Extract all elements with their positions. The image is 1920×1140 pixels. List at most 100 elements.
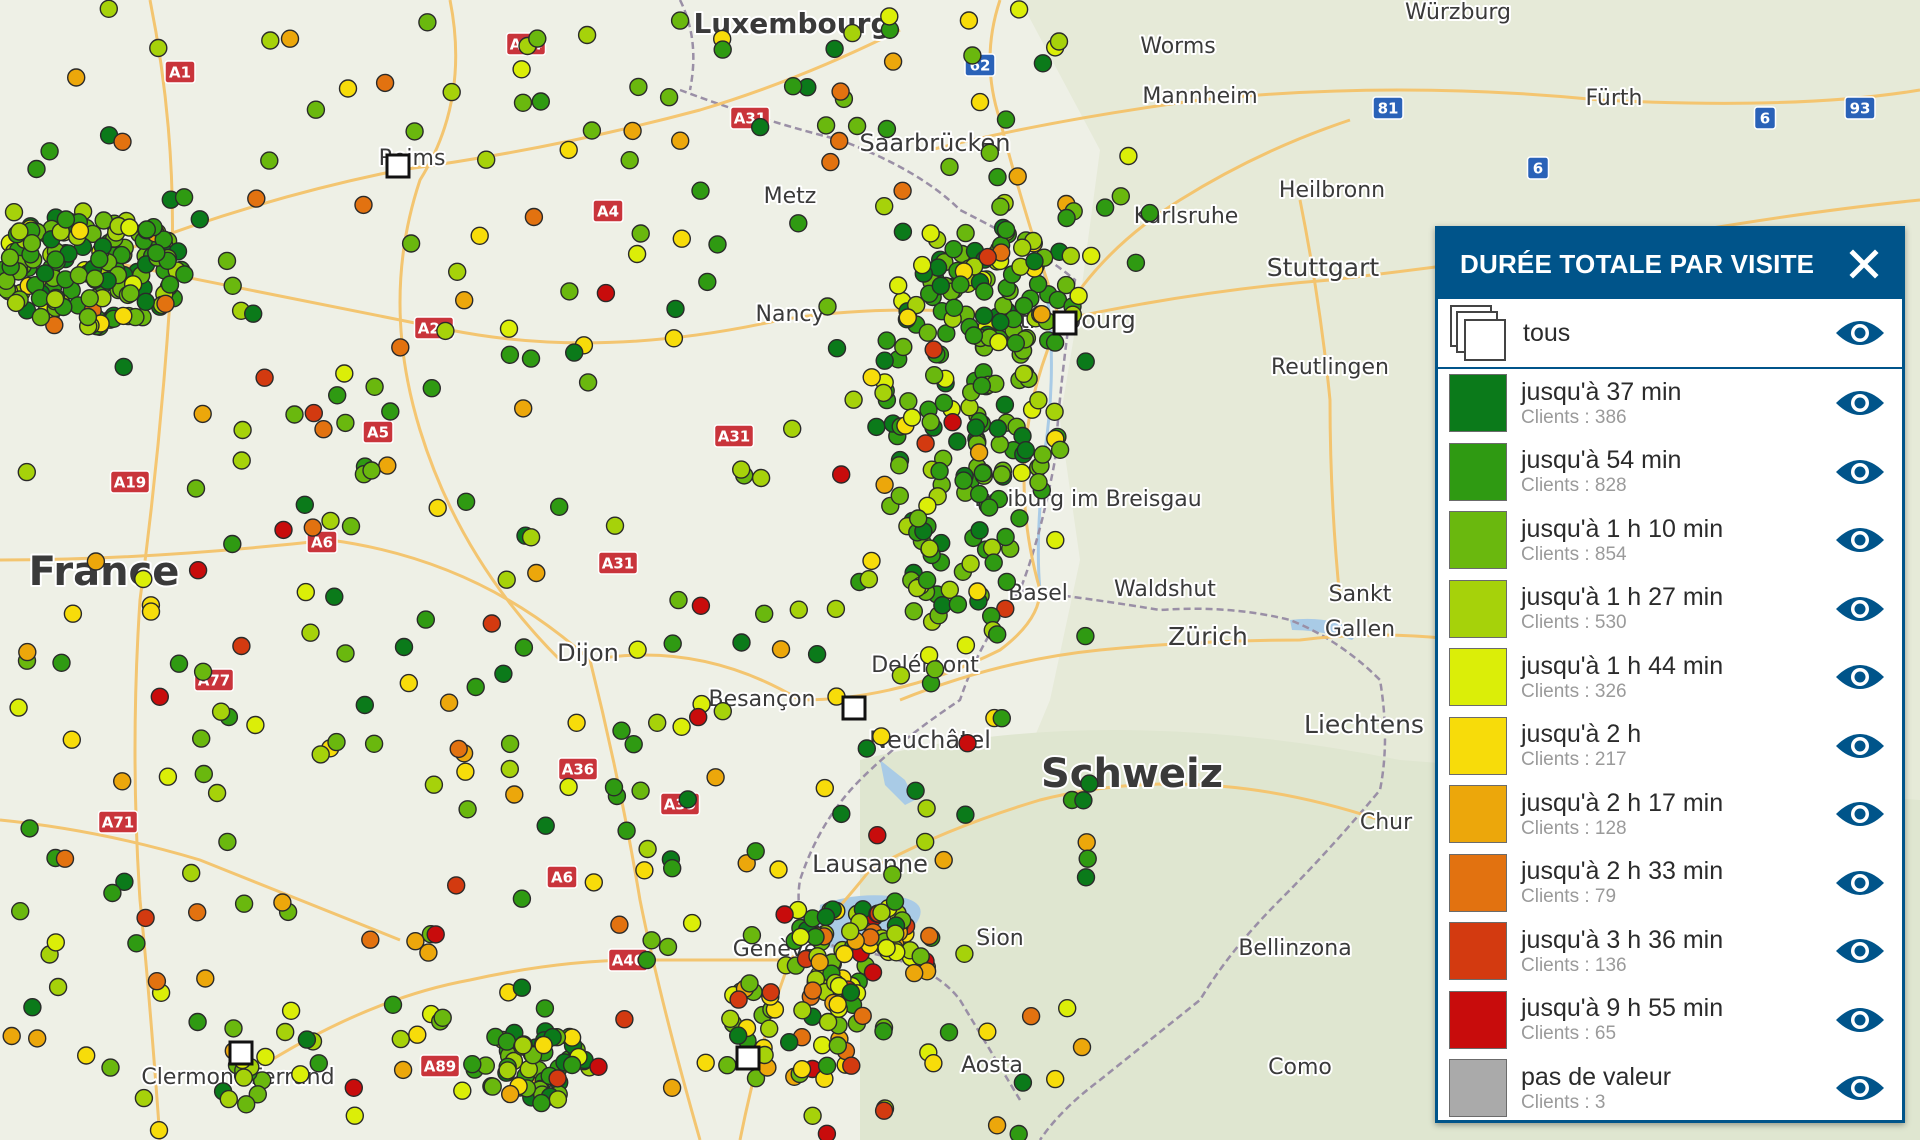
client-marker[interactable] (706, 768, 725, 787)
client-marker[interactable] (565, 343, 584, 362)
eye-icon[interactable] (1834, 387, 1886, 419)
client-marker[interactable] (321, 511, 340, 531)
client-marker[interactable] (1033, 445, 1052, 464)
client-marker[interactable] (498, 1061, 517, 1080)
client-marker[interactable] (1046, 530, 1065, 550)
client-marker[interactable] (893, 181, 912, 201)
client-marker[interactable] (405, 122, 424, 141)
client-marker[interactable] (803, 1106, 822, 1126)
client-marker[interactable] (433, 1008, 452, 1027)
client-marker[interactable] (120, 218, 139, 237)
client-marker[interactable] (825, 39, 844, 59)
client-marker[interactable] (381, 402, 400, 421)
client-marker[interactable] (255, 368, 274, 387)
client-marker[interactable] (141, 602, 161, 621)
client-marker[interactable] (815, 778, 834, 798)
client-marker[interactable] (906, 781, 925, 800)
depot-marker[interactable] (385, 153, 411, 179)
client-marker[interactable] (916, 434, 935, 453)
client-marker[interactable] (818, 1012, 838, 1032)
client-marker[interactable] (875, 196, 894, 216)
legend-item[interactable]: jusqu'à 1 h 10 min Clients : 854 (1438, 506, 1902, 575)
legend-item[interactable]: jusqu'à 9 h 55 min Clients : 65 (1438, 986, 1902, 1055)
client-marker[interactable] (4, 202, 24, 222)
client-marker[interactable] (217, 251, 237, 271)
client-marker[interactable] (904, 602, 923, 621)
client-marker[interactable] (1057, 208, 1076, 228)
client-marker[interactable] (1016, 441, 1036, 460)
client-marker[interactable] (127, 934, 146, 953)
client-marker[interactable] (466, 677, 485, 697)
client-marker[interactable] (729, 1026, 748, 1045)
client-marker[interactable] (934, 393, 954, 412)
client-marker[interactable] (188, 1012, 207, 1032)
client-marker[interactable] (355, 695, 374, 715)
client-marker[interactable] (394, 637, 414, 657)
client-marker[interactable] (1076, 352, 1095, 371)
client-marker[interactable] (970, 484, 989, 504)
client-marker[interactable] (365, 377, 384, 396)
client-marker[interactable] (2, 1026, 21, 1046)
client-marker[interactable] (732, 633, 751, 652)
client-marker[interactable] (1045, 1069, 1065, 1089)
client-marker[interactable] (345, 1106, 364, 1125)
client-marker[interactable] (147, 243, 166, 263)
client-marker[interactable] (708, 235, 727, 254)
client-marker[interactable] (689, 707, 708, 727)
client-marker[interactable] (988, 625, 1007, 644)
client-marker[interactable] (740, 974, 759, 993)
client-marker[interactable] (612, 721, 631, 740)
client-marker[interactable] (361, 930, 380, 949)
client-marker[interactable] (327, 732, 346, 752)
client-marker[interactable] (996, 220, 1016, 240)
client-marker[interactable] (843, 23, 862, 43)
client-marker[interactable] (988, 419, 1008, 438)
client-marker[interactable] (638, 839, 657, 859)
client-marker[interactable] (136, 292, 156, 311)
client-marker[interactable] (301, 623, 320, 642)
client-marker[interactable] (534, 1035, 553, 1055)
eye-icon[interactable] (1834, 935, 1886, 967)
client-marker[interactable] (219, 1089, 239, 1109)
client-marker[interactable] (920, 926, 939, 946)
client-marker[interactable] (841, 983, 861, 1002)
client-marker[interactable] (992, 465, 1011, 484)
client-marker[interactable] (996, 110, 1016, 129)
client-marker[interactable] (893, 222, 913, 242)
client-marker[interactable] (90, 249, 109, 269)
client-marker[interactable] (956, 223, 975, 243)
client-marker[interactable] (306, 100, 326, 119)
client-marker[interactable] (449, 739, 468, 759)
client-marker[interactable] (589, 1057, 608, 1077)
client-marker[interactable] (909, 509, 928, 528)
client-marker[interactable] (531, 92, 550, 111)
client-marker[interactable] (458, 800, 477, 819)
depot-marker[interactable] (228, 1040, 254, 1066)
client-marker[interactable] (136, 908, 155, 928)
client-marker[interactable] (45, 290, 65, 309)
client-marker[interactable] (729, 990, 748, 1009)
client-marker[interactable] (691, 181, 710, 200)
client-marker[interactable] (746, 842, 765, 861)
client-marker[interactable] (963, 46, 982, 65)
client-marker[interactable] (875, 475, 894, 494)
client-marker[interactable] (273, 893, 292, 912)
client-marker[interactable] (1111, 187, 1131, 206)
client-marker[interactable] (1014, 296, 1034, 316)
client-marker[interactable] (375, 73, 395, 93)
client-marker[interactable] (816, 907, 836, 927)
client-marker[interactable] (401, 234, 421, 253)
eye-icon[interactable] (1834, 1072, 1886, 1104)
client-marker[interactable] (742, 926, 762, 945)
client-marker[interactable] (713, 702, 732, 721)
client-marker[interactable] (920, 539, 939, 558)
client-marker[interactable] (494, 664, 513, 683)
client-marker[interactable] (842, 1056, 861, 1075)
eye-icon[interactable] (1834, 456, 1886, 488)
client-marker[interactable] (605, 516, 625, 535)
client-marker[interactable] (924, 340, 943, 359)
client-marker[interactable] (149, 38, 168, 58)
client-marker[interactable] (559, 140, 578, 160)
depot-marker[interactable] (735, 1045, 761, 1071)
client-marker[interactable] (916, 832, 935, 852)
